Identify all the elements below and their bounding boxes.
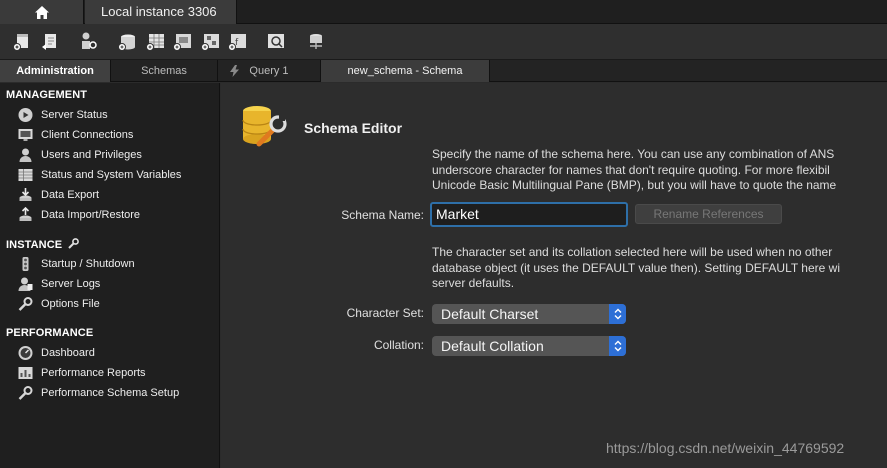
- sidebar-item-server-status[interactable]: Server Status: [17, 106, 108, 124]
- sidebar: MANAGEMENT Server Status Client Connecti…: [0, 83, 220, 468]
- user-icon: [19, 148, 32, 162]
- home-icon[interactable]: [34, 5, 49, 19]
- reports-icon: [18, 367, 33, 379]
- description-line: Unicode Basic Multilingual Pane (BMP), b…: [432, 178, 837, 192]
- collation-value: Default Collation: [441, 338, 544, 354]
- create-procedure-icon[interactable]: [200, 30, 222, 52]
- sidebar-item-label: Performance Schema Setup: [41, 387, 180, 399]
- schema-name-input[interactable]: Market: [430, 202, 628, 227]
- schema-name-description: Specify the name of the schema here. You…: [432, 147, 887, 194]
- description-line: The character set and its collation sele…: [432, 245, 833, 259]
- new-query-icon[interactable]: [12, 30, 34, 52]
- sidebar-item-label: Server Status: [41, 109, 108, 121]
- sidebar-item-label: Users and Privileges: [41, 149, 142, 161]
- open-sql-script-icon[interactable]: [40, 30, 62, 52]
- reconnect-icon[interactable]: [305, 30, 327, 52]
- sidebar-item-dashboard[interactable]: Dashboard: [17, 344, 95, 362]
- home-tab[interactable]: [0, 0, 84, 24]
- traffic-light-icon: [22, 257, 29, 271]
- tab-administration[interactable]: Administration: [0, 60, 111, 82]
- sidebar-item-label: Startup / Shutdown: [41, 258, 135, 270]
- wrench-icon: [68, 238, 80, 249]
- sidebar-item-label: Dashboard: [41, 347, 95, 359]
- description-line: underscore character for names that don'…: [432, 162, 830, 177]
- description-line: Specify the name of the schema here. You…: [432, 147, 835, 161]
- tab-new-schema[interactable]: new_schema - Schema: [321, 60, 490, 82]
- sidebar-item-label: Client Connections: [41, 129, 134, 141]
- create-view-icon[interactable]: [172, 30, 194, 52]
- page-title: Schema Editor: [304, 120, 403, 136]
- log-icon: [18, 277, 33, 291]
- description-line: server defaults.: [432, 276, 515, 290]
- lightning-icon: [230, 65, 239, 77]
- tab-query-1[interactable]: Query 1: [218, 60, 321, 82]
- sidebar-item-label: Data Export: [41, 189, 100, 201]
- import-icon: [19, 207, 32, 221]
- sidebar-item-client-connections[interactable]: Client Connections: [17, 126, 133, 144]
- tab-schemas[interactable]: Schemas: [111, 60, 218, 82]
- tab-query-1-label: Query 1: [249, 65, 289, 77]
- connection-tab[interactable]: Local instance 3306: [85, 0, 237, 24]
- sidebar-item-data-import-restore[interactable]: Data Import/Restore: [17, 206, 140, 224]
- sidebar-item-options-file[interactable]: Options File: [17, 295, 100, 313]
- export-icon: [19, 188, 32, 201]
- sidebar-item-label: Server Logs: [41, 278, 101, 290]
- instance-heading-label: INSTANCE: [6, 239, 63, 251]
- schema-editor-panel: Schema Editor Specify the name of the sc…: [221, 83, 887, 468]
- schema-setup-icon: [18, 386, 33, 400]
- sidebar-item-performance-reports[interactable]: Performance Reports: [17, 364, 146, 382]
- management-heading: MANAGEMENT: [6, 89, 88, 101]
- character-set-label: Character Set:: [346, 306, 424, 320]
- top-tab-bar: Local instance 3306: [0, 0, 887, 24]
- rename-references-button[interactable]: Rename References: [635, 204, 782, 224]
- sidebar-item-startup-shutdown[interactable]: Startup / Shutdown: [17, 255, 135, 273]
- chevron-updown-icon: [609, 336, 626, 356]
- create-table-icon[interactable]: [145, 30, 167, 52]
- sidebar-item-label: Status and System Variables: [41, 169, 182, 181]
- section-tab-row: Administration Schemas Query 1 new_schem…: [0, 60, 887, 82]
- character-set-value: Default Charset: [441, 306, 539, 322]
- play-icon: [18, 108, 33, 122]
- inspector-icon[interactable]: [78, 30, 100, 52]
- sidebar-item-users-and-privileges[interactable]: Users and Privileges: [17, 146, 142, 164]
- dashboard-icon: [18, 346, 33, 360]
- sidebar-item-server-logs[interactable]: Server Logs: [17, 275, 100, 293]
- database-wrench-icon: [242, 106, 287, 147]
- character-set-select[interactable]: Default Charset: [432, 304, 626, 324]
- performance-heading: PERFORMANCE: [6, 327, 94, 339]
- collation-label: Collation:: [373, 338, 424, 352]
- table-icon: [18, 169, 33, 181]
- wrench-icon: [18, 297, 33, 311]
- toolbar: f: [0, 24, 887, 60]
- schema-name-label: Schema Name:: [341, 208, 424, 222]
- watermark: https://blog.csdn.net/weixin_44769592: [606, 440, 845, 456]
- sidebar-item-label: Options File: [41, 298, 100, 310]
- sidebar-item-status-and-system-variables[interactable]: Status and System Variables: [17, 166, 181, 184]
- monitor-icon: [18, 129, 33, 141]
- description-line: database object (it uses the DEFAULT val…: [432, 260, 840, 275]
- instance-heading: INSTANCE: [6, 238, 80, 251]
- chevron-updown-icon: [609, 304, 626, 324]
- sidebar-item-label: Data Import/Restore: [41, 209, 141, 221]
- sidebar-item-performance-schema-setup[interactable]: Performance Schema Setup: [17, 384, 179, 402]
- collation-select[interactable]: Default Collation: [432, 336, 626, 356]
- charset-description: The character set and its collation sele…: [432, 245, 887, 292]
- search-table-data-icon[interactable]: [265, 30, 287, 52]
- create-schema-icon[interactable]: [117, 30, 139, 52]
- sidebar-item-label: Performance Reports: [41, 367, 146, 379]
- create-function-icon[interactable]: f: [227, 30, 249, 52]
- sidebar-item-data-export[interactable]: Data Export: [17, 186, 99, 204]
